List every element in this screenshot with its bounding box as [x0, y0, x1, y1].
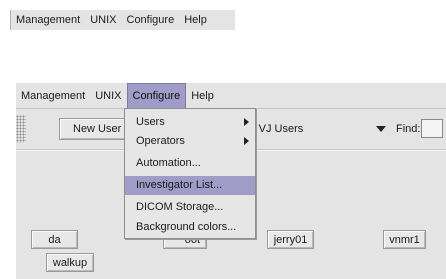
top-menu-management[interactable]: Management	[11, 14, 85, 26]
menu-item-investigator-list-label: Investigator List...	[136, 179, 223, 191]
menu-item-automation[interactable]: Automation...	[125, 154, 255, 173]
chevron-down-icon	[376, 126, 386, 132]
find-label: Find:	[396, 123, 421, 135]
submenu-arrow-icon	[244, 118, 249, 126]
menu-item-operators[interactable]: Operators	[125, 132, 255, 151]
find-input[interactable]	[421, 119, 443, 138]
menu-item-dicom-storage-label: DICOM Storage...	[136, 201, 224, 213]
menu-item-dicom-storage[interactable]: DICOM Storage...	[125, 198, 255, 217]
screenshot-stage: Management UNIX Configure Help Managemen…	[0, 0, 446, 279]
menu-management[interactable]: Management	[16, 83, 90, 109]
menu-item-users-label: Users	[136, 116, 165, 128]
top-menubar: Management UNIX Configure Help	[10, 10, 235, 30]
user-button-jerry01[interactable]: jerry01	[267, 230, 314, 249]
submenu-arrow-icon	[244, 137, 249, 145]
menu-item-background-colors[interactable]: Background colors...	[125, 218, 255, 237]
menu-item-users[interactable]: Users	[125, 113, 255, 132]
menu-configure[interactable]: Configure	[126, 82, 187, 109]
top-menu-configure[interactable]: Configure	[122, 14, 180, 26]
user-button-vnmr1[interactable]: vnmr1	[383, 230, 426, 249]
menu-item-automation-label: Automation...	[136, 157, 201, 169]
user-button-da[interactable]: da	[31, 230, 78, 249]
menu-item-operators-label: Operators	[136, 135, 185, 147]
top-menu-unix[interactable]: UNIX	[85, 14, 121, 26]
user-button-walkup[interactable]: walkup	[46, 253, 94, 272]
top-menu-help[interactable]: Help	[179, 14, 212, 26]
menu-help[interactable]: Help	[186, 83, 219, 109]
menu-item-investigator-list[interactable]: Investigator List...	[125, 176, 255, 195]
menu-unix[interactable]: UNIX	[90, 83, 126, 109]
configure-dropdown-menu: Users Operators Automation... Investigat…	[124, 108, 256, 239]
menu-item-background-colors-label: Background colors...	[136, 221, 237, 233]
toolbar-grip-handle[interactable]	[16, 115, 26, 143]
user-filter-select[interactable]: v all VJ Users	[234, 118, 390, 140]
main-menubar: Management UNIX Configure Help	[16, 82, 446, 109]
main-window: Management UNIX Configure Help New User …	[16, 82, 446, 279]
